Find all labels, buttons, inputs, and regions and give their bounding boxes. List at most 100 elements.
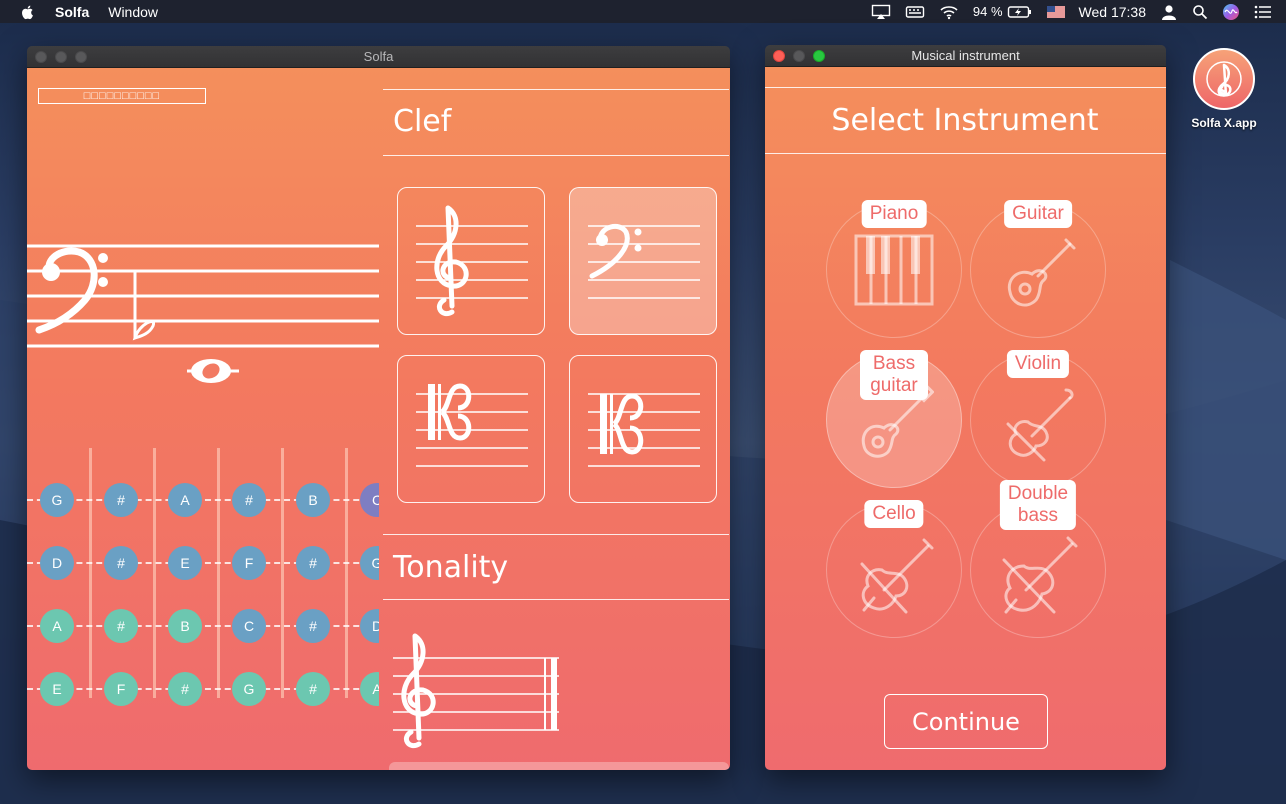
scroll-indicator[interactable] [389, 762, 729, 770]
divider [383, 155, 729, 156]
app-menu-solfa[interactable]: Solfa [55, 4, 89, 20]
battery-charging-icon[interactable] [1007, 4, 1033, 20]
clef-option-tenor[interactable] [569, 355, 717, 503]
instrument-option-guitar[interactable]: Guitar [970, 200, 1106, 338]
fret-note[interactable]: F [232, 546, 266, 580]
fret-note[interactable]: F [104, 672, 138, 706]
fret-line [217, 448, 220, 698]
fret-note[interactable]: # [104, 609, 138, 643]
tenor-clef-icon [588, 393, 700, 467]
fret-note[interactable]: D [360, 609, 379, 643]
apple-menu-icon[interactable] [20, 4, 36, 20]
spotlight-search-icon[interactable] [1192, 4, 1208, 20]
fret-note[interactable]: E [168, 546, 202, 580]
bass-clef-symbol [35, 247, 108, 334]
fret-note[interactable]: G [360, 546, 379, 580]
fret-note[interactable]: # [296, 609, 330, 643]
airplay-icon[interactable] [871, 4, 891, 20]
tonality-section-title: Tonality [393, 550, 509, 585]
instrument-content: Select Instrument Piano Guitar Bass guitar… [765, 67, 1166, 770]
fret-note[interactable]: # [232, 483, 266, 517]
divider [383, 599, 729, 600]
continue-button[interactable]: Continue [884, 694, 1048, 749]
divider [765, 87, 1166, 88]
fret-note[interactable]: C [232, 609, 266, 643]
instrument-option-cello[interactable]: Cello [826, 500, 962, 638]
close-button[interactable] [35, 51, 47, 63]
instrument-label: Cello [864, 500, 924, 528]
menubar-clock[interactable]: Wed 17:38 [1079, 4, 1146, 20]
fret-note[interactable]: B [296, 483, 330, 517]
divider [383, 534, 729, 535]
clef-option-alto[interactable] [397, 355, 545, 503]
clef-section-title: Clef [393, 104, 452, 139]
clef-option-treble[interactable] [397, 187, 545, 335]
siri-icon[interactable] [1222, 3, 1240, 21]
missing-glyph-label: □□□□□□□□□□ [38, 88, 206, 104]
solfa-app-icon [1193, 48, 1255, 110]
desktop-icon-solfa[interactable]: Solfa X.app [1184, 48, 1264, 130]
window-controls [35, 51, 95, 63]
fretboard[interactable]: G#A#BCD#EF#GA#BC#DEF#G#A012345 [27, 438, 379, 738]
fret-note[interactable]: B [168, 609, 202, 643]
fret-note[interactable]: # [104, 546, 138, 580]
select-instrument-heading: Select Instrument [831, 103, 1099, 138]
double-bass-icon [998, 534, 1078, 619]
instrument-label: Guitar [1004, 200, 1072, 228]
whole-note [187, 359, 239, 383]
treble-clef-icon [401, 633, 436, 748]
instrument-option-double-bass[interactable]: Double bass [970, 480, 1106, 638]
fret-note[interactable]: # [104, 483, 138, 517]
fret-note[interactable]: A [168, 483, 202, 517]
fret-note[interactable]: G [40, 483, 74, 517]
instrument-label: Violin [1006, 350, 1070, 378]
fret-note[interactable]: # [296, 672, 330, 706]
window-title: Solfa [363, 49, 394, 64]
user-icon[interactable] [1160, 4, 1178, 20]
tonality-staff[interactable] [393, 632, 563, 752]
instrument-titlebar[interactable]: Musical instrument [765, 45, 1166, 67]
alto-clef-icon [416, 383, 528, 467]
fret-note[interactable]: D [40, 546, 74, 580]
us-flag-icon[interactable] [1046, 5, 1065, 18]
menu-bar: Solfa Window 94 % Wed 17:38 [0, 0, 1286, 23]
battery-percent: 94 % [972, 4, 1003, 19]
instrument-label: Piano [861, 200, 927, 228]
fret-line [89, 448, 92, 698]
bass-clef-icon [588, 223, 700, 299]
fret-line [345, 448, 348, 698]
zoom-button[interactable] [75, 51, 87, 63]
instrument-label: Bass guitar [860, 350, 928, 400]
treble-clef-icon [416, 205, 528, 316]
fret-note[interactable]: E [40, 672, 74, 706]
flat-symbol [132, 272, 156, 341]
minimize-button[interactable] [793, 50, 805, 62]
instrument-option-piano[interactable]: Piano [826, 200, 962, 338]
fret-note[interactable]: C [360, 483, 379, 517]
keyboard-icon[interactable] [905, 4, 925, 20]
menu-window[interactable]: Window [108, 4, 158, 20]
fret-note[interactable]: # [296, 546, 330, 580]
desktop-icon-label: Solfa X.app [1191, 116, 1257, 130]
main-staff [27, 244, 379, 383]
fret-note[interactable]: G [232, 672, 266, 706]
instrument-option-violin[interactable]: Violin [970, 350, 1106, 488]
piano-icon [854, 234, 934, 311]
divider [383, 89, 729, 90]
clef-option-bass[interactable] [569, 187, 717, 335]
solfa-titlebar[interactable]: Solfa [27, 46, 730, 68]
cello-icon [854, 534, 934, 619]
minimize-button[interactable] [55, 51, 67, 63]
zoom-button[interactable] [813, 50, 825, 62]
instrument-label: Double bass [999, 480, 1077, 530]
fret-note[interactable]: # [168, 672, 202, 706]
solfa-content: □□□□□□□□□□ G # A # B C D # E F # G A # B… [27, 68, 730, 770]
close-button[interactable] [773, 50, 785, 62]
fret-note[interactable]: A [360, 672, 379, 706]
guitar-icon [998, 234, 1078, 319]
notification-center-icon[interactable] [1254, 5, 1272, 19]
fret-note[interactable]: A [40, 609, 74, 643]
window-controls [773, 50, 833, 62]
wifi-icon[interactable] [939, 4, 959, 20]
instrument-option-bass-guitar[interactable]: Bass guitar [826, 350, 962, 488]
